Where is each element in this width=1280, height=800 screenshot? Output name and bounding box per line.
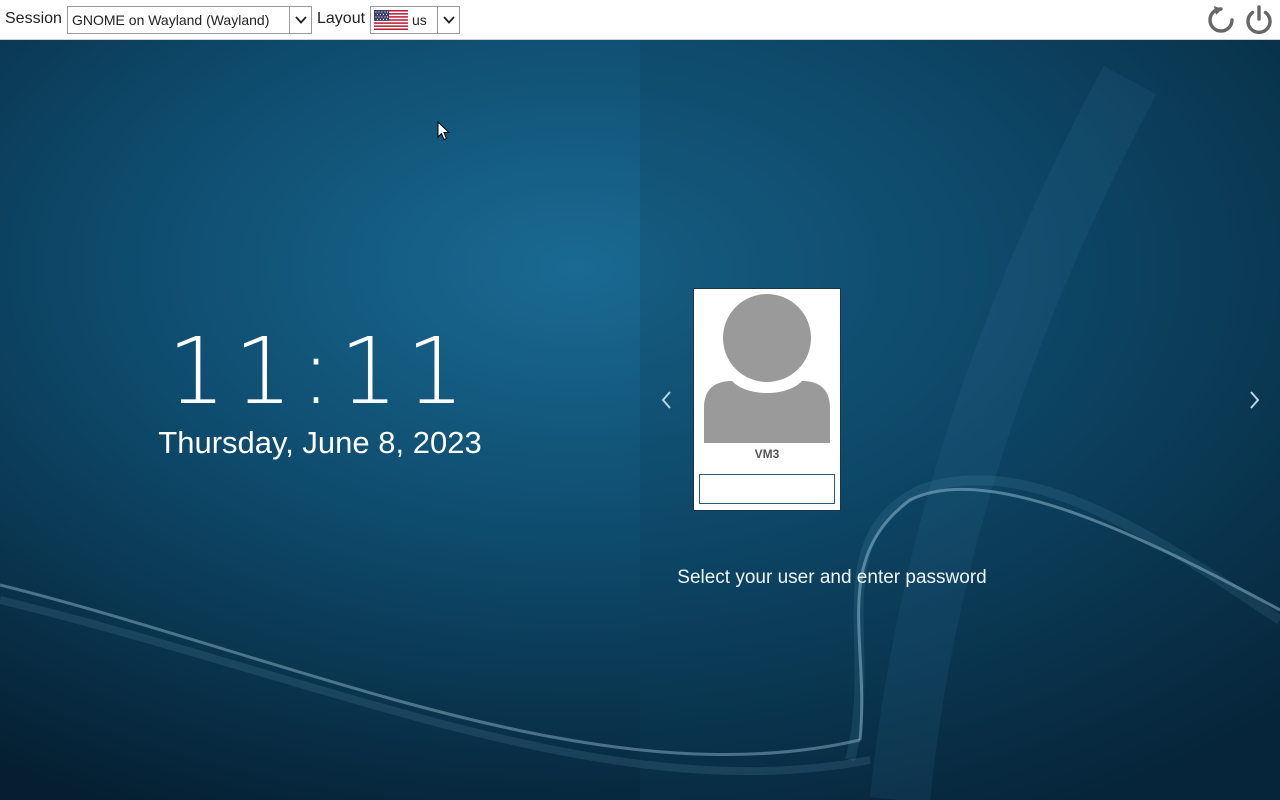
top-bar: Session GNOME on Wayland (Wayland) Layou…	[0, 0, 1280, 40]
session-label: Session	[5, 10, 62, 27]
mouse-cursor-icon	[437, 121, 451, 141]
password-input[interactable]	[699, 474, 835, 504]
layout-label: Layout	[317, 10, 366, 27]
avatar-icon	[704, 293, 830, 443]
chevron-down-icon[interactable]	[437, 7, 459, 33]
username: VM3	[754, 447, 780, 461]
power-icon[interactable]	[1243, 4, 1275, 36]
chevron-left-icon[interactable]	[657, 388, 677, 412]
login-background: 11:11 Thursday, June 8, 2023 VM3 Select …	[0, 40, 1280, 800]
user-card[interactable]: VM3	[693, 288, 841, 511]
chevron-right-icon[interactable]	[1244, 388, 1264, 412]
layout-select[interactable]: us	[370, 6, 460, 34]
login-hint: Select your user and enter password	[677, 567, 987, 588]
session-select[interactable]: GNOME on Wayland (Wayland)	[67, 6, 312, 34]
layout-select-value: us	[412, 12, 427, 28]
us-flag-icon	[374, 10, 408, 30]
chevron-down-icon[interactable]	[289, 7, 311, 33]
restart-icon[interactable]	[1205, 4, 1237, 36]
session-select-value: GNOME on Wayland (Wayland)	[72, 12, 270, 28]
clock: 11:11	[167, 318, 473, 425]
date: Thursday, June 8, 2023	[158, 425, 482, 460]
